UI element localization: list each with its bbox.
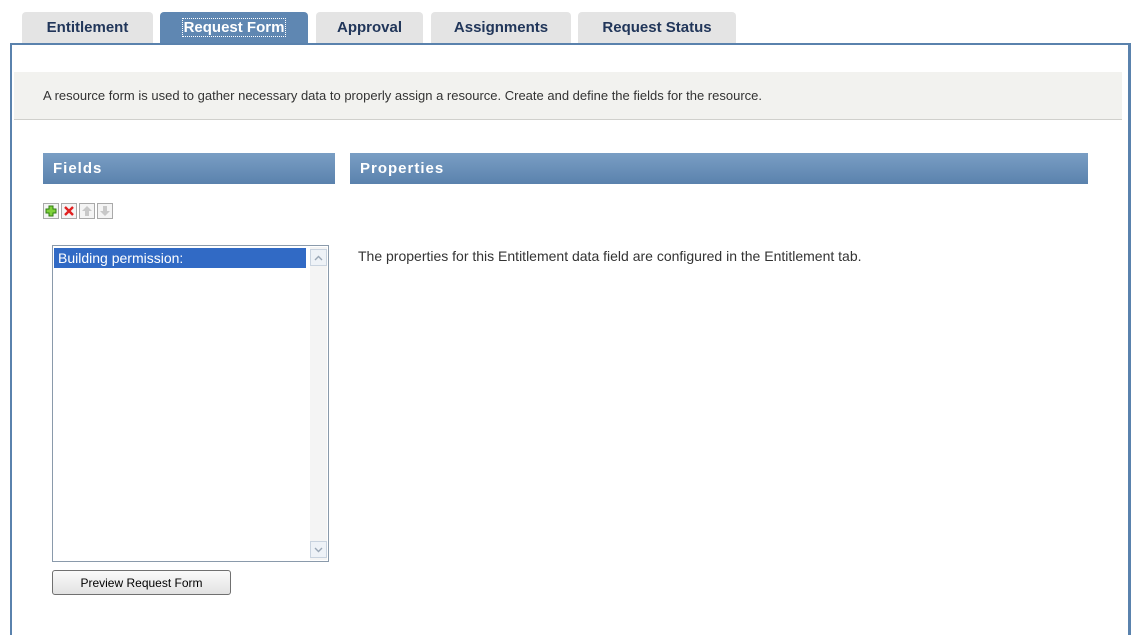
- tab-entitlement[interactable]: Entitlement: [22, 12, 153, 43]
- tab-bar: Entitlement Request Form Approval Assign…: [22, 12, 1122, 43]
- add-icon[interactable]: [43, 203, 59, 219]
- properties-header: Properties: [350, 153, 1088, 184]
- arrow-up-icon[interactable]: [79, 203, 95, 219]
- tab-label: Request Status: [602, 19, 712, 36]
- chevron-down-icon: [314, 547, 323, 552]
- info-bar: A resource form is used to gather necess…: [14, 72, 1122, 120]
- arrow-down-icon[interactable]: [97, 203, 113, 219]
- scroll-up-button[interactable]: [310, 249, 327, 266]
- fields-toolbar: [43, 203, 113, 219]
- fields-header: Fields: [43, 153, 335, 184]
- tab-label: Request Form: [181, 18, 287, 37]
- chevron-up-icon: [314, 255, 323, 260]
- tab-assignments[interactable]: Assignments: [431, 12, 571, 43]
- fields-title: Fields: [53, 160, 103, 177]
- info-text: A resource form is used to gather necess…: [43, 88, 762, 103]
- tab-label: Assignments: [453, 19, 549, 36]
- list-item[interactable]: Building permission:: [54, 248, 306, 268]
- tab-request-form[interactable]: Request Form: [160, 12, 308, 43]
- scroll-down-button[interactable]: [310, 541, 327, 558]
- properties-message: The properties for this Entitlement data…: [358, 248, 862, 264]
- tab-request-status[interactable]: Request Status: [578, 12, 736, 43]
- properties-title: Properties: [360, 160, 445, 177]
- delete-icon[interactable]: [61, 203, 77, 219]
- tab-label: Entitlement: [46, 19, 129, 36]
- fields-list[interactable]: Building permission:: [52, 245, 329, 562]
- scrollbar[interactable]: [310, 247, 327, 560]
- preview-request-form-button[interactable]: Preview Request Form: [52, 570, 231, 595]
- field-label: Building permission:: [58, 250, 184, 266]
- tab-label: Approval: [336, 19, 402, 36]
- tab-approval[interactable]: Approval: [316, 12, 423, 43]
